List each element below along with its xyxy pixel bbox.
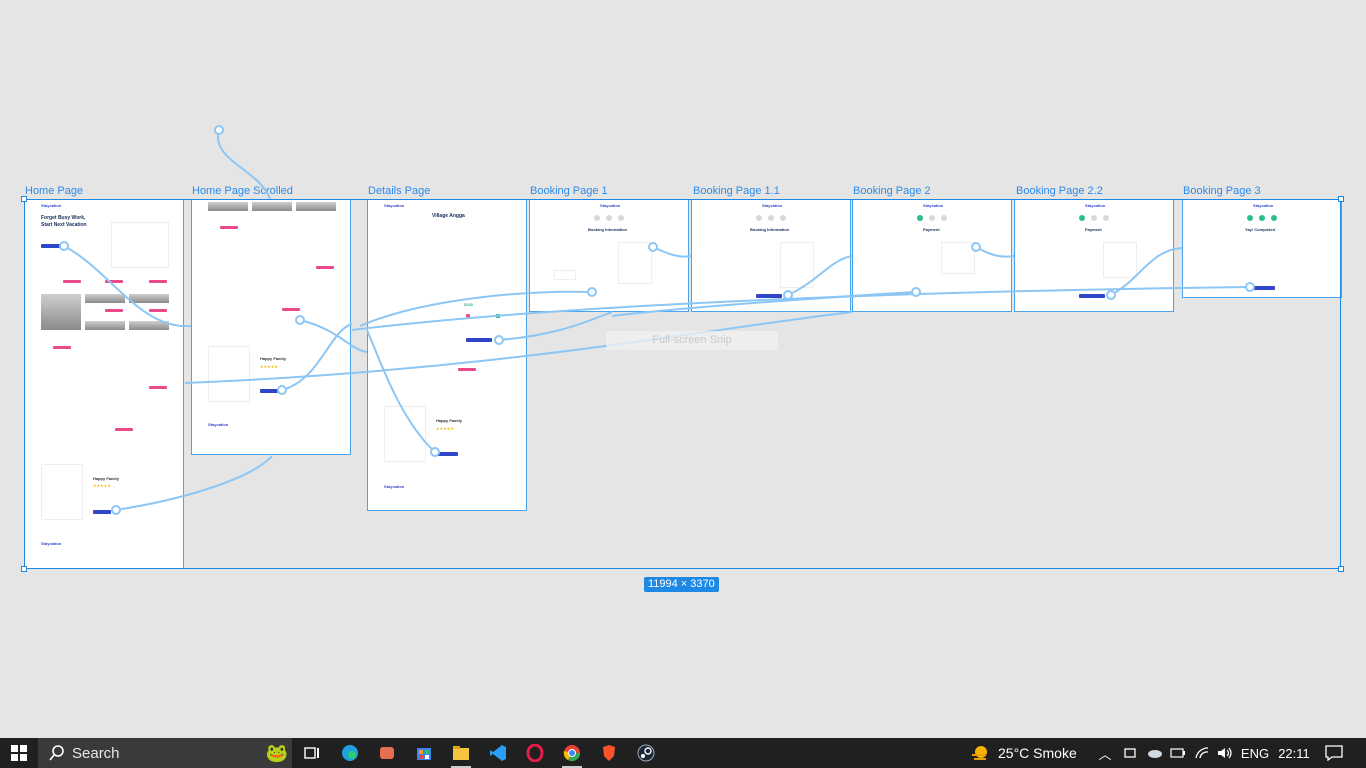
meet-now-icon[interactable] <box>1120 738 1140 768</box>
taskbar-search[interactable]: Search 🐸 <box>38 738 292 768</box>
figma-canvas[interactable]: Home Page Home Page Scrolled Details Pag… <box>0 0 1366 738</box>
volume-icon[interactable] <box>1214 738 1236 768</box>
search-icon <box>49 745 64 761</box>
resize-handle-tr[interactable] <box>1338 196 1344 202</box>
vscode-icon[interactable] <box>480 738 516 768</box>
connector-home-to-scrolled <box>63 245 192 328</box>
connector-scrolled-to-details <box>299 319 368 353</box>
resize-handle-br[interactable] <box>1338 566 1344 572</box>
clock[interactable]: 22:11 <box>1274 738 1314 768</box>
resize-handle-tl[interactable] <box>21 196 27 202</box>
edge-icon[interactable] <box>332 738 368 768</box>
connector-booking-1-next <box>652 246 692 258</box>
store-icon[interactable] <box>406 738 442 768</box>
search-highlight-icon: 🐸 <box>265 742 288 763</box>
wifi-icon[interactable] <box>1192 738 1212 768</box>
connector-booking-1-1-next <box>787 255 853 296</box>
connector-details-story <box>366 329 436 453</box>
flow-start-connector <box>216 129 271 200</box>
chrome-icon[interactable] <box>554 738 590 768</box>
taskbar: Search 🐸 25°C Smoke ︿ ENG 22:11 <box>0 738 1366 768</box>
file-explorer-icon[interactable] <box>443 738 479 768</box>
weather-text[interactable]: 25°C Smoke <box>998 738 1084 768</box>
prototype-connections <box>59 125 1255 515</box>
task-view-icon[interactable] <box>294 738 330 768</box>
connector-scrolled-back <box>281 323 353 391</box>
brave-icon[interactable] <box>591 738 627 768</box>
onedrive-icon[interactable] <box>1143 738 1165 768</box>
search-placeholder: Search <box>72 744 120 762</box>
snip-hint: Full-screen Snip <box>606 331 778 350</box>
resize-handle-bl[interactable] <box>21 566 27 572</box>
connector-details-to-booking <box>359 290 593 327</box>
chevron-up-icon[interactable]: ︿ <box>1096 738 1114 768</box>
notifications-icon[interactable] <box>1322 738 1346 768</box>
language-indicator[interactable]: ENG <box>1240 738 1270 768</box>
connector-book-now <box>498 311 613 341</box>
weather-icon[interactable] <box>968 738 992 768</box>
app-icon[interactable] <box>369 738 405 768</box>
connector-home-footer <box>115 455 273 511</box>
start-button[interactable] <box>0 738 38 768</box>
battery-icon[interactable] <box>1168 738 1188 768</box>
connector-booking-2-next <box>975 246 1015 258</box>
windows-icon <box>11 745 27 761</box>
selection-size-badge: 11994 × 3370 <box>644 577 719 592</box>
opera-icon[interactable] <box>517 738 553 768</box>
steam-icon[interactable] <box>628 738 664 768</box>
